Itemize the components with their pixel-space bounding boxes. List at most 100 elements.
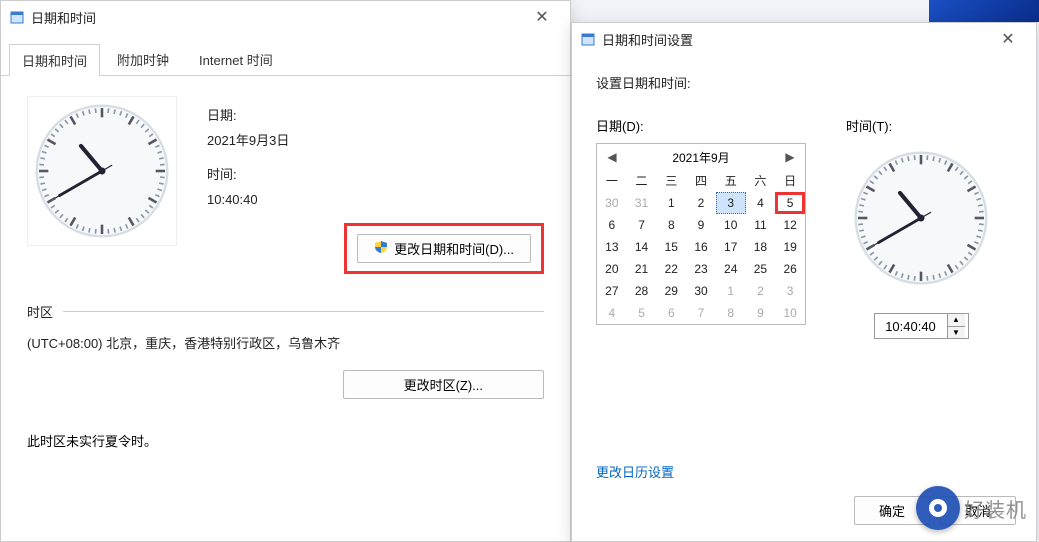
calendar-dow-row: 一二三四五六日 (597, 170, 805, 192)
settings-heading: 设置日期和时间: (596, 73, 1012, 92)
calendar-day[interactable]: 25 (746, 258, 776, 280)
time-label: 时间: (207, 163, 544, 188)
calendar-day[interactable]: 19 (775, 236, 805, 258)
calendar-day[interactable]: 21 (627, 258, 657, 280)
change-datetime-button[interactable]: 更改日期和时间(D)... (357, 234, 531, 263)
change-timezone-button[interactable]: 更改时区(Z)... (343, 370, 544, 399)
calendar-day[interactable]: 9 (746, 302, 776, 324)
date-value: 2021年9月3日 (207, 129, 544, 154)
calendar-day[interactable]: 10 (775, 302, 805, 324)
tab-content: 日期: 2021年9月3日 时间: 10:40:40 更改日期和时间(D)... (1, 76, 570, 470)
calendar-day[interactable]: 15 (656, 236, 686, 258)
calendar-day[interactable]: 20 (597, 258, 627, 280)
time-input[interactable] (875, 314, 947, 338)
calendar-day[interactable]: 5 (775, 192, 805, 214)
calendar-day[interactable]: 11 (746, 214, 776, 236)
calendar-day[interactable]: 6 (597, 214, 627, 236)
date-time-readout: 日期: 2021年9月3日 时间: 10:40:40 (207, 104, 544, 213)
spinner-down-button[interactable]: ▼ (948, 327, 965, 339)
calendar-day[interactable]: 9 (686, 214, 716, 236)
close-button[interactable]: ✕ (522, 3, 562, 31)
window-title: 日期和时间设置 (602, 30, 693, 49)
watermark-logo-icon (916, 486, 960, 530)
calendar-day[interactable]: 27 (597, 280, 627, 302)
tab-internet-time[interactable]: Internet 时间 (186, 43, 286, 75)
calendar-dow: 二 (627, 170, 657, 192)
calendar-dow: 三 (656, 170, 686, 192)
calendar-day[interactable]: 17 (716, 236, 746, 258)
time-column: 时间(T): ▲ ▼ (846, 116, 996, 339)
calendar-day[interactable]: 3 (775, 280, 805, 302)
calendar-day[interactable]: 10 (716, 214, 746, 236)
calendar-day[interactable]: 2 (746, 280, 776, 302)
calendar-dow: 四 (686, 170, 716, 192)
calendar-dow: 六 (746, 170, 776, 192)
dst-info: 此时区未实行夏令时。 (27, 431, 544, 450)
calendar: ◀ 2021年9月 ▶ 一二三四五六日 30311234567891011121… (596, 143, 806, 325)
analog-clock (27, 96, 177, 246)
desktop-background-fragment (929, 0, 1039, 22)
calendar-day[interactable]: 1 (656, 192, 686, 214)
calendar-day[interactable]: 26 (775, 258, 805, 280)
time-label: 时间(T): (846, 116, 996, 135)
calendar-day[interactable]: 13 (597, 236, 627, 258)
calendar-dow: 五 (716, 170, 746, 192)
calendar-title: 2021年9月 (672, 149, 729, 166)
prev-month-button[interactable]: ◀ (603, 148, 621, 166)
date-time-window: 日期和时间 ✕ 日期和时间 附加时钟 Internet 时间 日期: 2021年… (0, 0, 571, 542)
calendar-day[interactable]: 28 (627, 280, 657, 302)
close-button[interactable]: ✕ (988, 25, 1028, 53)
next-month-button[interactable]: ▶ (781, 148, 799, 166)
highlight-box-change-datetime: 更改日期和时间(D)... (344, 223, 544, 274)
calendar-day[interactable]: 29 (656, 280, 686, 302)
title-bar: 日期和时间设置 ✕ (572, 23, 1036, 55)
calendar-day[interactable]: 7 (686, 302, 716, 324)
calendar-day[interactable]: 5 (627, 302, 657, 324)
window-title: 日期和时间 (31, 8, 96, 27)
calendar-dow: 日 (775, 170, 805, 192)
time-spinner[interactable]: ▲ ▼ (874, 313, 969, 339)
watermark-text: 好装机 (964, 494, 1027, 523)
calendar-dow: 一 (597, 170, 627, 192)
calendar-day[interactable]: 3 (716, 192, 746, 214)
title-bar: 日期和时间 ✕ (1, 1, 570, 33)
date-time-settings-window: 日期和时间设置 ✕ 设置日期和时间: 日期(D): ◀ 2021年9月 ▶ 一二… (571, 22, 1037, 542)
calendar-day[interactable]: 12 (775, 214, 805, 236)
datetime-icon (580, 31, 596, 47)
calendar-days-grid: 3031123456789101112131415161718192021222… (597, 192, 805, 324)
calendar-day[interactable]: 18 (746, 236, 776, 258)
calendar-day[interactable]: 6 (656, 302, 686, 324)
tab-additional-clocks[interactable]: 附加时钟 (104, 43, 182, 75)
analog-clock (846, 143, 996, 293)
change-calendar-settings-link[interactable]: 更改日历设置 (596, 462, 674, 481)
calendar-day[interactable]: 8 (656, 214, 686, 236)
calendar-day[interactable]: 16 (686, 236, 716, 258)
timezone-value: (UTC+08:00) 北京，重庆，香港特别行政区，乌鲁木齐 (27, 333, 544, 352)
date-label: 日期: (207, 104, 544, 129)
calendar-day[interactable]: 24 (716, 258, 746, 280)
tab-bar: 日期和时间 附加时钟 Internet 时间 (1, 33, 570, 76)
calendar-day[interactable]: 14 (627, 236, 657, 258)
watermark: 好装机 (916, 486, 1027, 530)
date-label: 日期(D): (596, 116, 806, 135)
calendar-day[interactable]: 1 (716, 280, 746, 302)
calendar-day[interactable]: 7 (627, 214, 657, 236)
spinner-up-button[interactable]: ▲ (948, 314, 965, 327)
shield-icon (374, 240, 388, 257)
timezone-header: 时区 (27, 302, 544, 321)
tab-datetime[interactable]: 日期和时间 (9, 44, 100, 76)
date-column: 日期(D): ◀ 2021年9月 ▶ 一二三四五六日 3031123456789… (596, 116, 806, 325)
calendar-day[interactable]: 4 (597, 302, 627, 324)
calendar-day[interactable]: 30 (686, 280, 716, 302)
calendar-day[interactable]: 30 (597, 192, 627, 214)
divider (63, 311, 544, 312)
calendar-day[interactable]: 31 (627, 192, 657, 214)
change-datetime-label: 更改日期和时间(D)... (394, 239, 514, 258)
calendar-day[interactable]: 22 (656, 258, 686, 280)
calendar-day[interactable]: 4 (746, 192, 776, 214)
calendar-day[interactable]: 23 (686, 258, 716, 280)
datetime-icon (9, 9, 25, 25)
calendar-day[interactable]: 2 (686, 192, 716, 214)
calendar-day[interactable]: 8 (716, 302, 746, 324)
timezone-header-label: 时区 (27, 302, 53, 321)
